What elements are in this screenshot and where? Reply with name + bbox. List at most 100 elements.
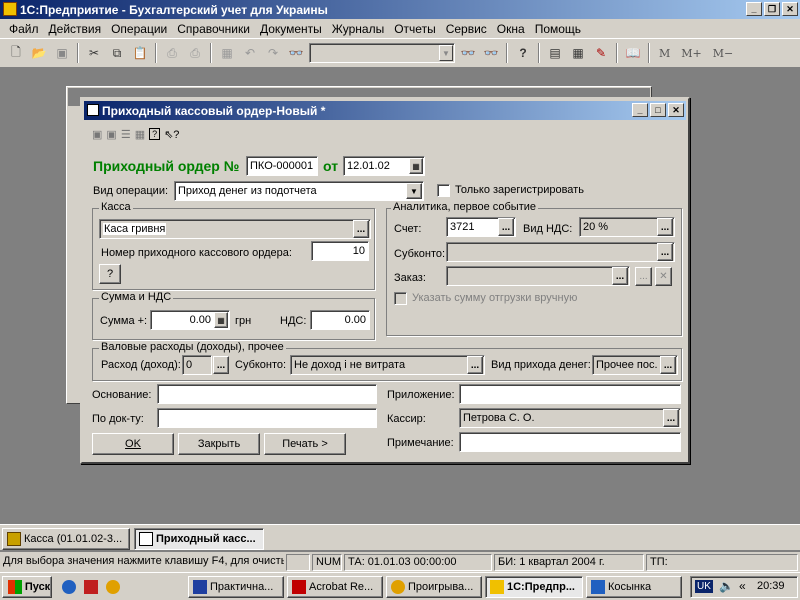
search-combo[interactable]: ▼: [309, 43, 455, 63]
kassa-field[interactable]: Каса гривня ...: [99, 219, 371, 239]
menu-file[interactable]: Файл: [4, 22, 44, 36]
menu-actions[interactable]: Действия: [44, 22, 107, 36]
start-button[interactable]: Пуск: [2, 576, 52, 598]
date-field[interactable]: 12.01.02 ▦: [343, 156, 425, 176]
menu-documents[interactable]: Документы: [255, 22, 327, 36]
find-icon[interactable]: 👓: [286, 43, 306, 63]
mdi-tab-kassa[interactable]: Касса (01.01.02-3...: [2, 528, 130, 550]
print-button[interactable]: Печать >: [264, 433, 346, 455]
task-1c[interactable]: 1С:Предпр...: [485, 576, 583, 598]
kassa-help-button[interactable]: ?: [99, 264, 121, 284]
calendar-icon[interactable]: ▦: [568, 43, 588, 63]
expense-field[interactable]: 0: [182, 355, 212, 375]
subconto-field[interactable]: ...: [446, 242, 675, 262]
print-icon[interactable]: ⎙: [162, 43, 182, 63]
speaker-icon[interactable]: 🔈: [719, 579, 734, 593]
find-next-icon[interactable]: 👓: [458, 43, 478, 63]
save-icon[interactable]: ▣: [52, 43, 72, 63]
manual-shipment-checkbox[interactable]: [394, 292, 407, 305]
open-folder-icon[interactable]: 📂: [29, 43, 49, 63]
cashier-select-button[interactable]: ...: [663, 409, 679, 427]
mdi-tab-receipt[interactable]: Приходный касс...: [134, 528, 264, 550]
ok-button[interactable]: OK: [92, 433, 174, 455]
task-practical[interactable]: Практична...: [188, 576, 284, 598]
menu-references[interactable]: Справочники: [172, 22, 255, 36]
by-doc-field[interactable]: [157, 408, 377, 428]
media-icon[interactable]: [106, 580, 120, 594]
minimize-icon[interactable]: _: [632, 103, 648, 117]
help-icon[interactable]: ?: [513, 43, 533, 63]
paste-icon[interactable]: 📋: [130, 43, 150, 63]
unpost-icon[interactable]: ▣: [106, 128, 116, 141]
menu-service[interactable]: Сервис: [441, 22, 492, 36]
book-icon[interactable]: 📖: [623, 43, 643, 63]
dialog-title-bar[interactable]: Приходный кассовый ордер-Новый * _ □ ✕: [84, 101, 686, 120]
minimize-icon[interactable]: _: [746, 2, 762, 16]
movements-icon[interactable]: ☰: [121, 128, 131, 141]
restore-icon[interactable]: ❐: [764, 2, 780, 16]
memory-minus-button[interactable]: M−: [709, 47, 737, 60]
menu-operations[interactable]: Операции: [106, 22, 172, 36]
order-select-button[interactable]: ...: [612, 267, 628, 285]
memory-button[interactable]: M: [655, 47, 674, 60]
order-clear-icon[interactable]: ✕: [655, 267, 672, 286]
new-document-icon[interactable]: 🗋: [6, 43, 26, 63]
task-acrobat[interactable]: Acrobat Re...: [287, 576, 383, 598]
only-registered-checkbox[interactable]: [437, 184, 450, 197]
task-player[interactable]: Проигрыва...: [386, 576, 482, 598]
sum-field[interactable]: 0.00 ▦: [150, 310, 230, 330]
document-icon[interactable]: ▦: [217, 43, 237, 63]
subconto-select-button[interactable]: ...: [657, 243, 673, 261]
cut-icon[interactable]: ✂: [84, 43, 104, 63]
income-type-select-button[interactable]: ...: [660, 356, 676, 374]
help-icon[interactable]: ?: [149, 128, 161, 140]
ie-icon[interactable]: [62, 580, 76, 594]
expense-select-button[interactable]: ...: [213, 356, 229, 374]
account-select-button[interactable]: ...: [498, 218, 514, 236]
structure-icon[interactable]: ▦: [135, 128, 145, 141]
messages-icon[interactable]: ✎: [591, 43, 611, 63]
undo-icon[interactable]: ↶: [240, 43, 260, 63]
calculator-icon[interactable]: ▦: [214, 312, 228, 328]
chevron-down-icon[interactable]: ▼: [406, 183, 422, 199]
close-icon[interactable]: ✕: [668, 103, 684, 117]
basis-field[interactable]: [157, 384, 377, 404]
op-type-select[interactable]: Приход денег из подотчета ▼: [174, 181, 424, 201]
context-help-icon[interactable]: ⇖?: [164, 128, 179, 141]
calculator-icon[interactable]: ▤: [545, 43, 565, 63]
post-icon[interactable]: ▣: [92, 128, 102, 141]
income-type-field[interactable]: Прочее пос. ...: [592, 355, 678, 375]
language-indicator[interactable]: UK: [695, 580, 713, 593]
attachment-field[interactable]: [459, 384, 681, 404]
calendar-icon[interactable]: ▦: [409, 158, 423, 174]
print-preview-icon[interactable]: ⎙: [185, 43, 205, 63]
app-title-bar[interactable]: 1С:Предприятие - Бухгалтерский учет для …: [0, 0, 800, 19]
receipt-order-number-field[interactable]: 10: [311, 241, 369, 261]
close-icon[interactable]: ✕: [782, 2, 798, 16]
order-field[interactable]: ...: [446, 266, 630, 286]
order-dots-button[interactable]: ...: [635, 267, 652, 286]
menu-journals[interactable]: Журналы: [327, 22, 389, 36]
account-field[interactable]: 3721 ...: [446, 217, 516, 237]
close-button[interactable]: Закрыть: [178, 433, 260, 455]
menu-windows[interactable]: Окна: [492, 22, 530, 36]
menu-reports[interactable]: Отчеты: [389, 22, 440, 36]
maximize-icon[interactable]: □: [650, 103, 666, 117]
gross-subconto-field[interactable]: Не доход і не витрата ...: [290, 355, 485, 375]
vat-type-select-button[interactable]: ...: [657, 218, 673, 236]
memory-plus-button[interactable]: M+: [677, 47, 705, 60]
menu-help[interactable]: Помощь: [530, 22, 586, 36]
redo-icon[interactable]: ↷: [263, 43, 283, 63]
copy-icon[interactable]: ⧉: [107, 43, 127, 63]
gross-subconto-select-button[interactable]: ...: [467, 356, 483, 374]
vat-type-field[interactable]: 20 % ...: [579, 217, 675, 237]
vat-field[interactable]: 0.00: [310, 310, 370, 330]
task-solitaire[interactable]: Косынка: [586, 576, 682, 598]
cashier-field[interactable]: Петрова С. О. ...: [459, 408, 681, 428]
tray-expand-icon[interactable]: «: [739, 579, 746, 593]
kassa-select-button[interactable]: ...: [353, 220, 369, 238]
chevron-down-icon[interactable]: ▼: [439, 45, 453, 61]
mail-icon[interactable]: [84, 580, 98, 594]
find-prev-icon[interactable]: 👓: [481, 43, 501, 63]
note-field[interactable]: [459, 432, 681, 452]
